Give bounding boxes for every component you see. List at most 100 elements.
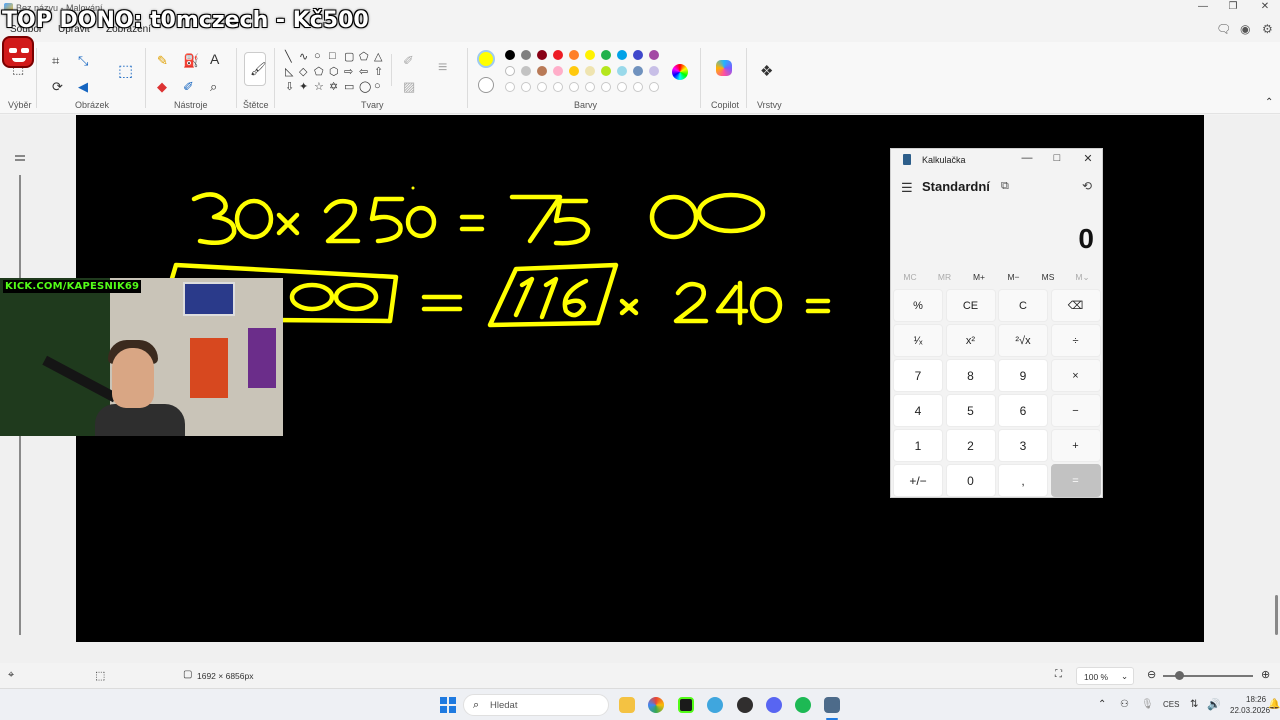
- eraser-icon[interactable]: ◆: [157, 80, 167, 93]
- color-swatch[interactable]: [649, 50, 659, 60]
- language-indicator[interactable]: CES: [1163, 700, 1179, 709]
- color-swatch[interactable]: [633, 66, 643, 76]
- spotify-icon[interactable]: [795, 697, 811, 713]
- calc-minimize-button[interactable]: —: [1019, 152, 1035, 164]
- zoom-in-icon[interactable]: ⊕: [1261, 668, 1270, 681]
- color-swatch[interactable]: [521, 50, 531, 60]
- slider-handle[interactable]: [15, 155, 25, 161]
- ribbon-collapse-chevron-icon[interactable]: ⌃: [1265, 98, 1273, 108]
- custom-color-slot[interactable]: [505, 82, 515, 92]
- custom-color-slot[interactable]: [601, 82, 611, 92]
- copilot-icon[interactable]: [716, 60, 732, 76]
- calc-maximize-button[interactable]: □: [1049, 152, 1065, 164]
- shape-rounded-rect-icon[interactable]: ▢: [344, 50, 354, 63]
- edit-colors-icon[interactable]: [672, 64, 688, 80]
- shape-star5-icon[interactable]: ☆: [314, 80, 324, 93]
- shape-right-triangle-icon[interactable]: ◺: [285, 65, 293, 78]
- tray-app-icon[interactable]: ⚇: [1120, 699, 1129, 710]
- fit-to-window-icon[interactable]: ⛶: [1055, 669, 1062, 680]
- secondary-color-swatch[interactable]: [478, 77, 494, 93]
- file-explorer-icon[interactable]: [619, 697, 635, 713]
- calc-key[interactable]: +: [1050, 429, 1101, 462]
- shape-pentagon-icon[interactable]: ⬠: [314, 65, 324, 78]
- shape-star4-icon[interactable]: ✦: [299, 80, 308, 93]
- history-icon[interactable]: ⟲: [1082, 179, 1092, 193]
- memory-button[interactable]: M⌄: [1068, 272, 1098, 283]
- color-swatch[interactable]: [553, 50, 563, 60]
- calc-key[interactable]: 5: [945, 394, 996, 427]
- network-icon[interactable]: ⇅: [1190, 699, 1198, 710]
- memory-button[interactable]: M−: [999, 272, 1029, 282]
- resize-icon[interactable]: ⤡: [78, 54, 88, 67]
- zoom-slider-thumb[interactable]: [1175, 671, 1184, 680]
- shape-polygon-icon[interactable]: ⬠: [359, 50, 369, 63]
- start-button-icon[interactable]: [440, 697, 456, 713]
- shape-arrow-down-icon[interactable]: ⇩: [285, 80, 294, 93]
- primary-color-swatch[interactable]: [477, 50, 495, 68]
- color-swatch[interactable]: [601, 66, 611, 76]
- custom-color-slot[interactable]: [617, 82, 627, 92]
- layers-icon[interactable]: ❖: [760, 64, 773, 79]
- custom-color-slot[interactable]: [633, 82, 643, 92]
- calc-key[interactable]: ¹⁄ₓ: [893, 324, 943, 357]
- shape-arrow-left-icon[interactable]: ⇦: [359, 65, 368, 78]
- clock-date[interactable]: 22.03.2026: [1230, 706, 1270, 715]
- app-globe-icon[interactable]: [707, 697, 723, 713]
- shape-oval-icon[interactable]: ○: [314, 50, 321, 62]
- calc-key[interactable]: x²: [945, 324, 996, 357]
- calculator-taskbar-icon[interactable]: [824, 697, 840, 713]
- zoom-out-icon[interactable]: ⊖: [1147, 668, 1156, 681]
- keep-on-top-icon[interactable]: ⧉: [1001, 180, 1009, 193]
- obs-icon[interactable]: [737, 697, 753, 713]
- color-swatch[interactable]: [553, 66, 563, 76]
- shape-arrow-up-icon[interactable]: ⇧: [374, 65, 383, 78]
- crop-icon[interactable]: ⌗: [52, 54, 59, 67]
- calc-key[interactable]: +/−: [893, 464, 943, 497]
- calc-key[interactable]: ÷: [1050, 324, 1101, 357]
- calc-key[interactable]: ⌫: [1050, 289, 1101, 322]
- flip-icon[interactable]: ◀: [78, 80, 88, 93]
- color-swatch[interactable]: [633, 50, 643, 60]
- calc-key[interactable]: CE: [945, 289, 996, 322]
- tray-overflow-chevron-icon[interactable]: ⌃: [1098, 699, 1106, 710]
- microphone-icon[interactable]: 🎙: [1141, 699, 1154, 710]
- calc-key[interactable]: 4: [893, 394, 943, 427]
- shape-rectangle-icon[interactable]: □: [329, 50, 336, 62]
- memory-button[interactable]: M+: [964, 272, 994, 282]
- chrome-icon[interactable]: [648, 697, 664, 713]
- calc-key[interactable]: ×: [1050, 359, 1101, 392]
- calc-key[interactable]: 7: [893, 359, 943, 392]
- memory-button[interactable]: MR: [930, 272, 960, 282]
- custom-color-slot[interactable]: [649, 82, 659, 92]
- custom-color-slot[interactable]: [585, 82, 595, 92]
- color-swatch[interactable]: [649, 66, 659, 76]
- calc-key[interactable]: 0: [945, 464, 996, 497]
- shape-callout-oval-icon[interactable]: ◯: [359, 80, 371, 93]
- pencil-icon[interactable]: ✎: [157, 54, 168, 67]
- zoom-dropdown[interactable]: 100 % ⌄: [1076, 667, 1134, 685]
- shape-callout-rect-icon[interactable]: ▭: [344, 80, 354, 93]
- calc-key[interactable]: 6: [998, 394, 1048, 427]
- calc-key[interactable]: =: [1050, 464, 1101, 497]
- calculator-window[interactable]: Kalkulačka — □ ✕ ☰ Standardní ⧉ ⟲ 0 MC MR…: [890, 148, 1103, 498]
- color-swatch[interactable]: [505, 50, 515, 60]
- color-swatch[interactable]: [585, 50, 595, 60]
- shape-diamond-icon[interactable]: ◇: [299, 65, 307, 78]
- color-swatch[interactable]: [569, 66, 579, 76]
- kick-app-icon[interactable]: [678, 697, 694, 713]
- calc-key[interactable]: 3: [998, 429, 1048, 462]
- clock-time[interactable]: 18:26: [1246, 695, 1266, 704]
- color-swatch[interactable]: [537, 66, 547, 76]
- feedback-icon[interactable]: 🗨: [1216, 22, 1231, 36]
- memory-button[interactable]: MC: [895, 272, 925, 282]
- outline-icon[interactable]: ✐: [403, 54, 414, 67]
- text-tool-icon[interactable]: A: [210, 52, 219, 66]
- magnifier-icon[interactable]: ⌕: [210, 80, 217, 93]
- vertical-scrollbar[interactable]: [1275, 595, 1278, 635]
- custom-color-slot[interactable]: [553, 82, 563, 92]
- calc-key[interactable]: C: [998, 289, 1048, 322]
- notifications-bell-icon[interactable]: 🔔: [1268, 699, 1280, 710]
- calc-key[interactable]: −: [1050, 394, 1101, 427]
- calc-key[interactable]: ²√x: [998, 324, 1048, 357]
- shape-triangle-icon[interactable]: △: [374, 50, 382, 63]
